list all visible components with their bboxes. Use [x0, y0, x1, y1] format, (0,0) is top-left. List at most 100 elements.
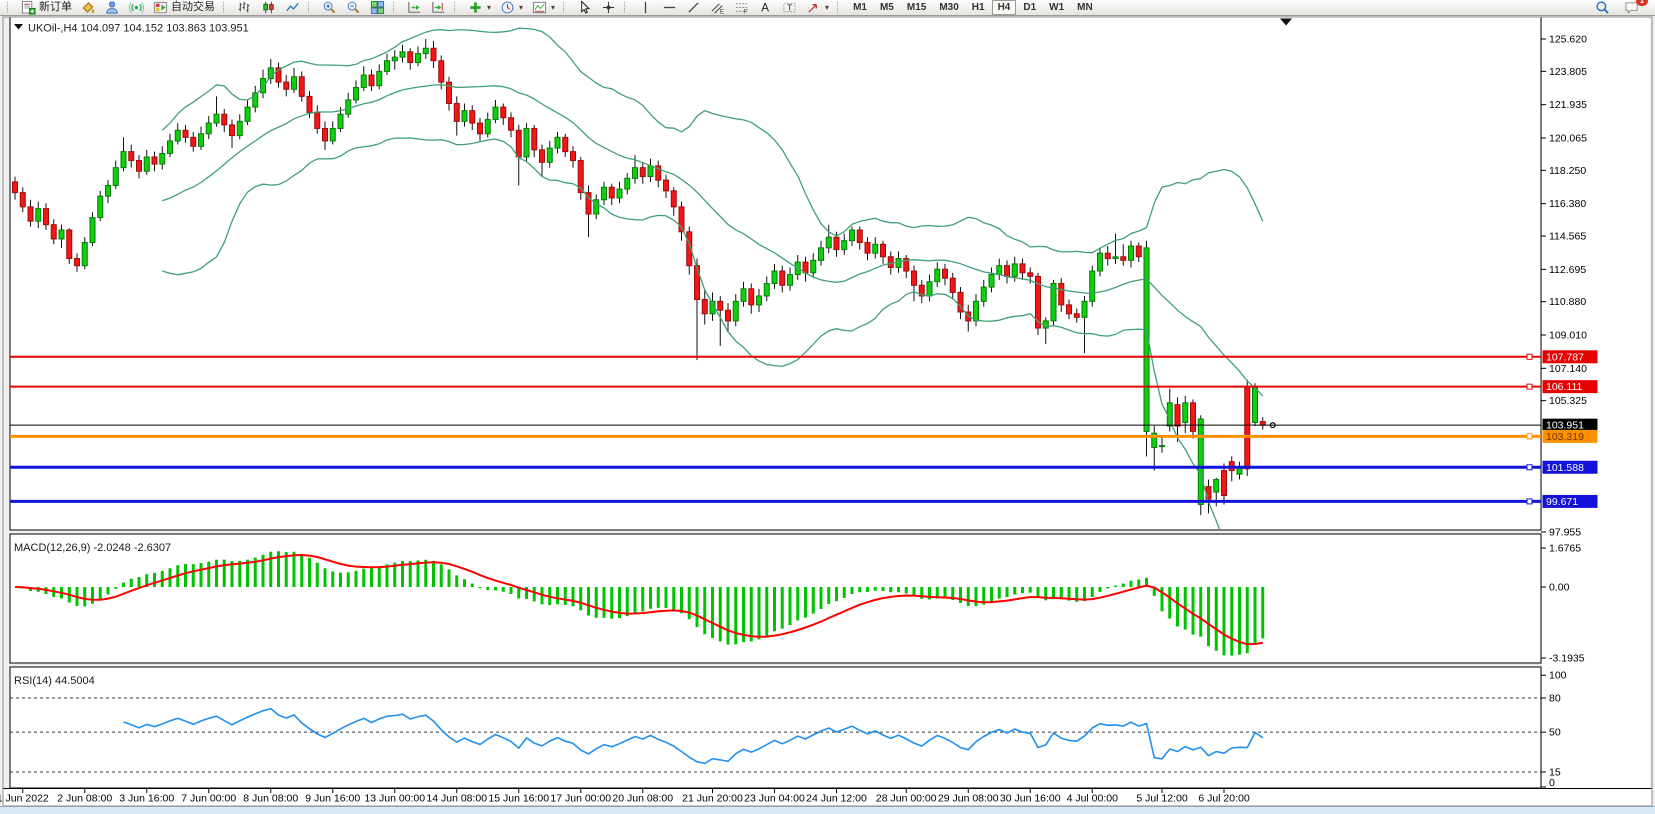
candle-body: [1191, 403, 1196, 432]
chart-window[interactable]: 125.620123.805121.935120.065118.250116.3…: [0, 0, 1655, 814]
candle-body: [462, 111, 467, 122]
candle-body: [764, 283, 769, 295]
date-tick-label: 6 Jul 20:00: [1198, 793, 1250, 805]
candle-body: [113, 168, 118, 186]
candle-body: [222, 114, 227, 125]
candle-body: [757, 296, 762, 305]
candle-body: [1113, 257, 1118, 259]
candle-body: [493, 107, 498, 119]
candle-body: [106, 185, 111, 196]
date-tick-label: 28 Jun 00:00: [876, 793, 937, 805]
price-tag-label: 107.787: [1546, 351, 1584, 363]
candle-body: [733, 301, 738, 321]
candle-body: [702, 300, 707, 314]
candle-body: [563, 137, 568, 151]
candle-body: [284, 82, 289, 89]
candle-body: [392, 57, 397, 61]
rsi-plot[interactable]: [10, 667, 1541, 788]
candle-body: [788, 275, 793, 286]
candle-body: [1028, 273, 1033, 277]
candle-body: [416, 54, 421, 63]
date-tick-label: 21 Jun 20:00: [682, 793, 743, 805]
date-tick-label: 30 Jun 16:00: [1000, 793, 1061, 805]
candle-body: [772, 271, 777, 283]
candle-body: [602, 187, 607, 199]
candle-body: [361, 75, 366, 87]
candle-body: [454, 104, 459, 122]
price-tick-label: 107.140: [1549, 363, 1587, 375]
candle-body: [741, 289, 746, 301]
price-tag-label: 103.319: [1546, 431, 1584, 443]
hline-handle[interactable]: [1527, 354, 1532, 359]
date-tick-label: 3 Jun 16:00: [119, 793, 174, 805]
price-tick-label: 105.325: [1549, 395, 1587, 407]
candle-body: [1222, 471, 1227, 496]
candle-body: [664, 180, 669, 191]
candle-body: [1260, 422, 1265, 426]
candle-body: [780, 271, 785, 285]
date-tick-label: 29 Jun 08:00: [938, 793, 999, 805]
candle-body: [617, 189, 622, 198]
candle-body: [1245, 387, 1250, 469]
candle-body: [423, 48, 428, 53]
candle-body: [338, 114, 343, 128]
candle-body: [1098, 253, 1103, 271]
candle-body: [160, 153, 165, 164]
hline-handle[interactable]: [1527, 434, 1532, 439]
candle-body: [950, 278, 955, 292]
candle-body: [137, 161, 142, 172]
candle-body: [695, 266, 700, 300]
price-tag-label: 99.671: [1546, 496, 1578, 508]
candle-body: [129, 152, 134, 161]
date-tick-label: 15 Jun 16:00: [488, 793, 549, 805]
chart-title: UKOil-,H4 104.097 104.152 103.863 103.95…: [28, 23, 249, 35]
candle-body: [1136, 246, 1141, 257]
candle-body: [377, 71, 382, 85]
candle-body: [144, 157, 149, 171]
candle-body: [819, 248, 824, 260]
price-tick-label: 121.935: [1549, 99, 1587, 111]
candle-body: [36, 209, 41, 221]
candle-body: [1129, 246, 1134, 260]
candle-body: [826, 237, 831, 248]
candle-body: [1059, 283, 1064, 304]
candle-body: [1198, 419, 1203, 505]
candle-body: [51, 225, 56, 239]
candle-body: [524, 128, 529, 157]
candle-body: [478, 123, 483, 134]
macd-axis-label: 0.00: [1549, 582, 1570, 594]
candle-body: [330, 128, 335, 140]
rsi-axis-label: 50: [1549, 727, 1561, 739]
rsi-axis-label: 0: [1549, 777, 1555, 789]
candle-body: [888, 257, 893, 268]
candle-body: [927, 282, 932, 296]
price-tick-label: 110.880: [1549, 296, 1586, 308]
candle-body: [625, 178, 630, 189]
candle-body: [168, 141, 173, 153]
candle-body: [292, 77, 297, 89]
candle-body: [1067, 305, 1072, 314]
candle-body: [82, 243, 87, 266]
price-tag-label: 103.951: [1546, 420, 1584, 432]
candle-body: [501, 107, 506, 118]
candle-body: [206, 123, 211, 134]
hline-handle[interactable]: [1527, 384, 1532, 389]
candle-body: [315, 112, 320, 128]
hline-handle[interactable]: [1527, 465, 1532, 470]
candle-body: [1105, 253, 1110, 258]
date-tick-label: 23 Jun 04:00: [744, 793, 805, 805]
candle-body: [470, 111, 475, 123]
candle-body: [1020, 264, 1025, 273]
date-tick-label: 9 Jun 16:00: [305, 793, 360, 805]
candle-body: [408, 52, 413, 63]
candle-body: [400, 52, 405, 57]
macd-axis-label: 1.6765: [1549, 543, 1581, 555]
rsi-indicator-label: RSI(14) 44.5004: [14, 675, 95, 687]
candle-body: [1121, 257, 1126, 261]
rsi-axis-label: 80: [1549, 693, 1561, 705]
hline-handle[interactable]: [1527, 499, 1532, 504]
macd-axis-label: -3.1935: [1549, 653, 1585, 665]
candle-body: [1253, 388, 1258, 423]
price-tick-label: 114.565: [1549, 231, 1586, 243]
candle-body: [935, 269, 940, 281]
